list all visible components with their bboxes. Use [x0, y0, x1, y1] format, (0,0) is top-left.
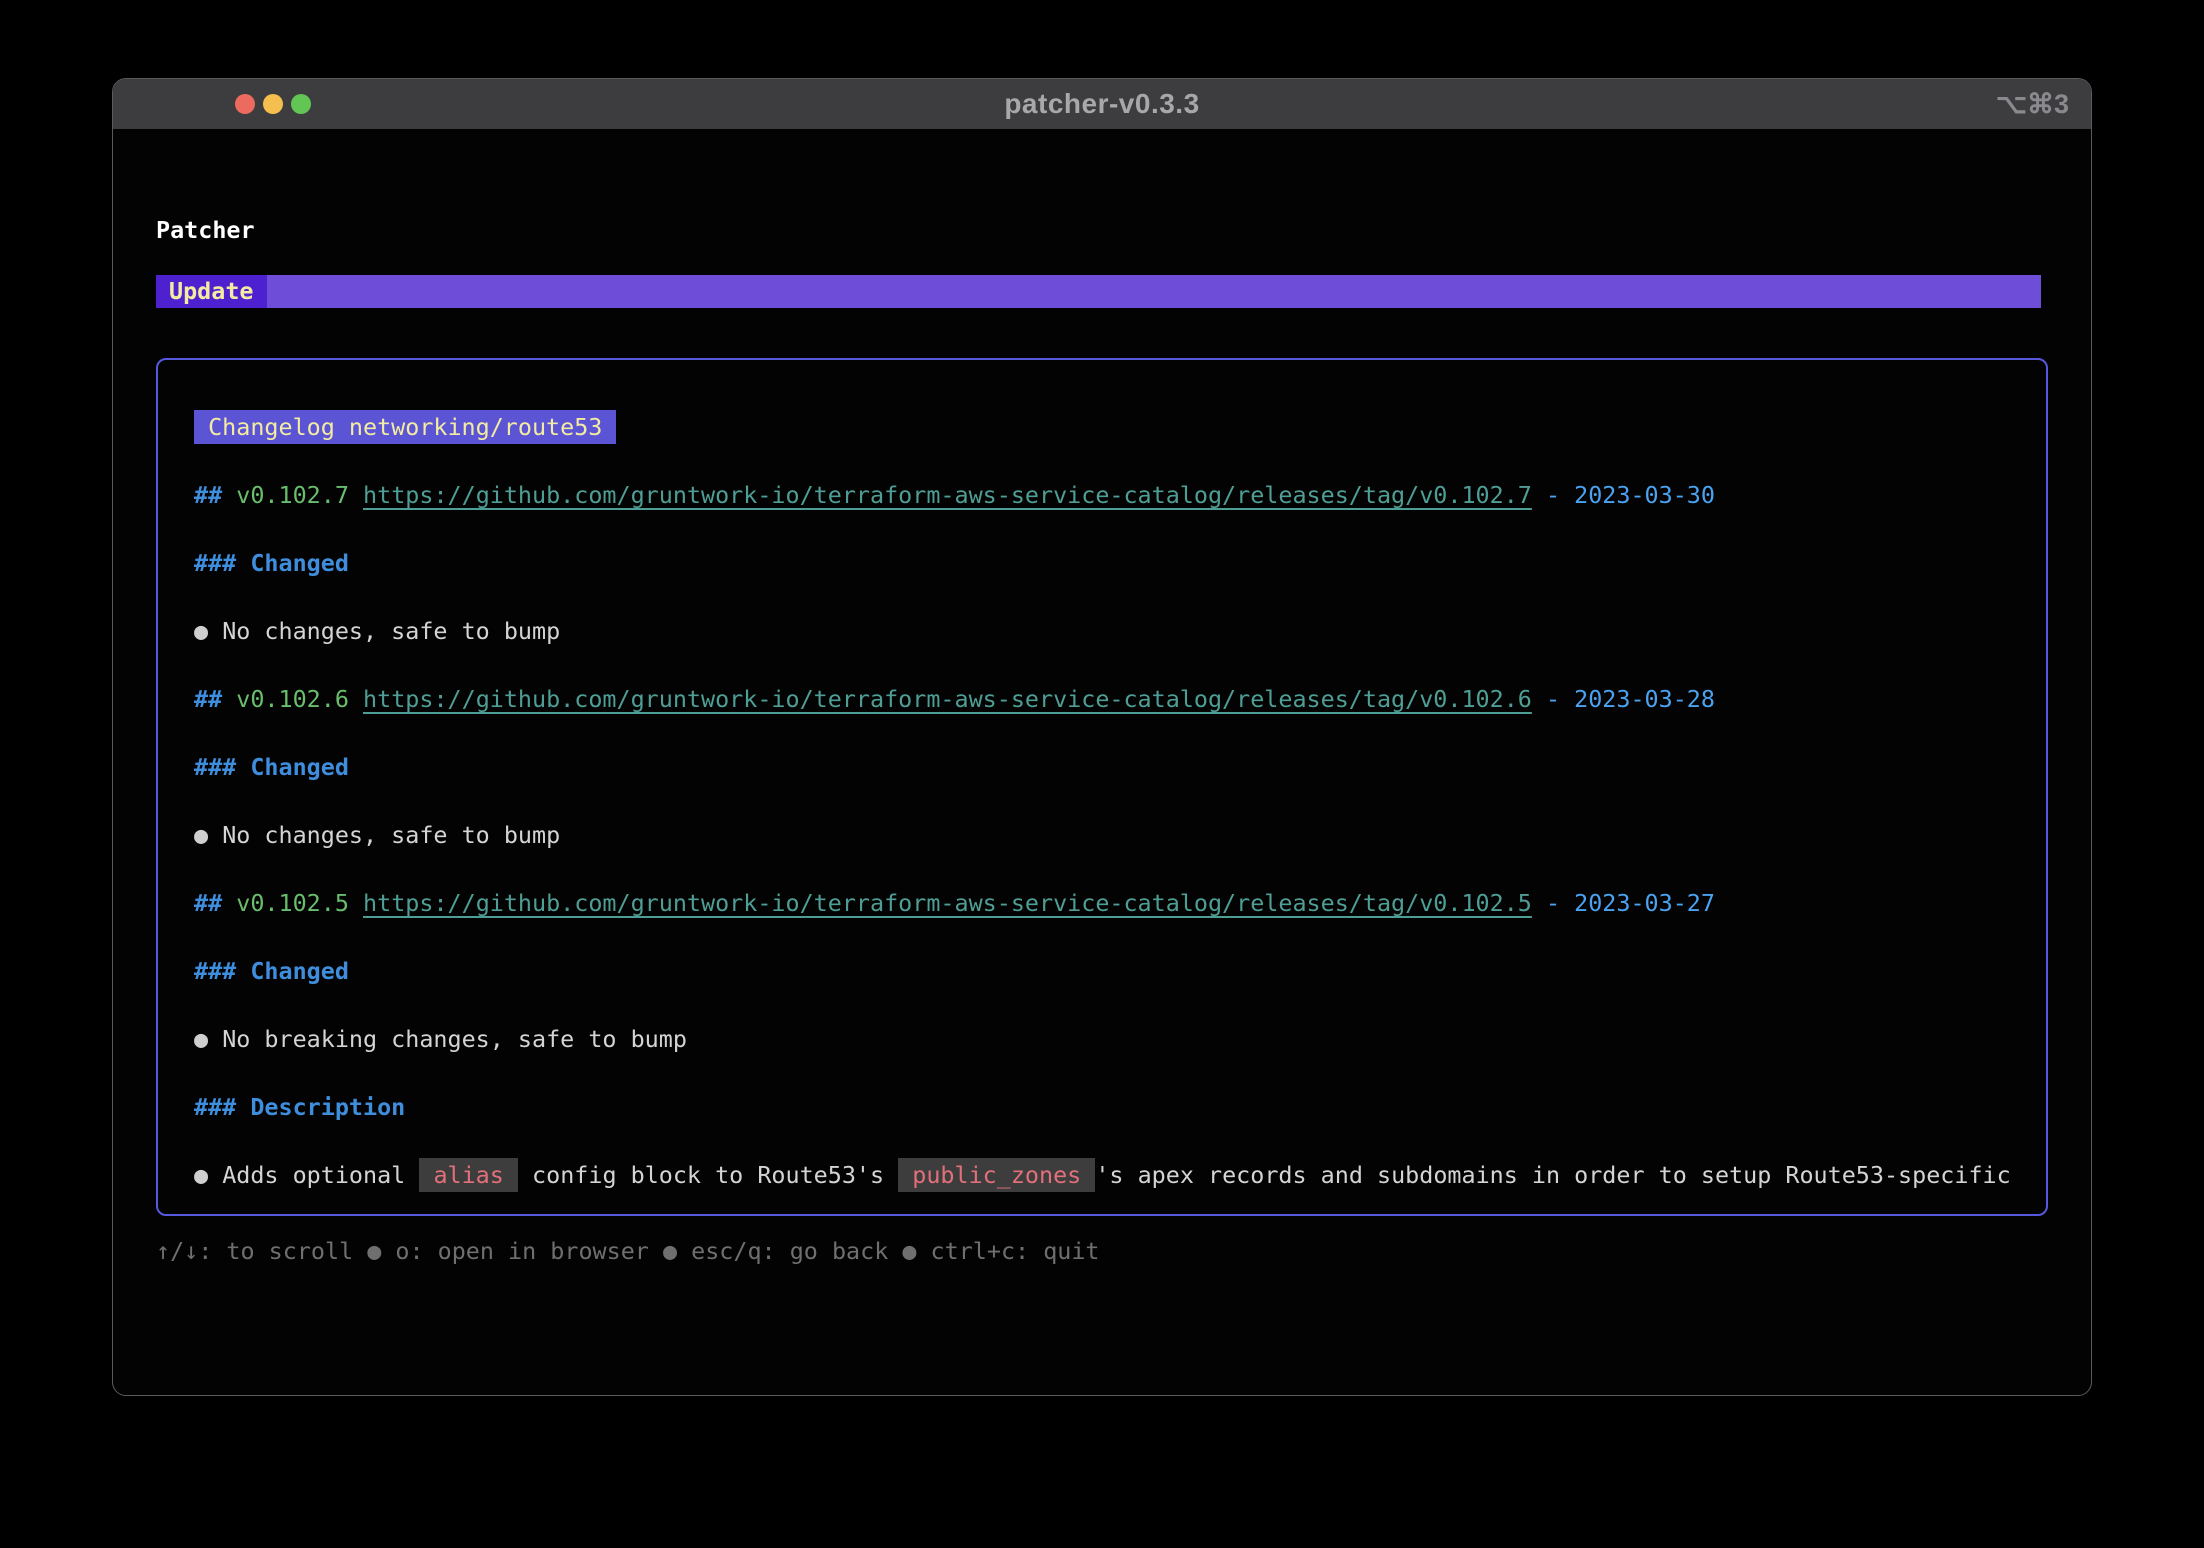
- inline-code-alias: alias: [419, 1158, 518, 1192]
- release-heading: ## v0.102.5 https://github.com/gruntwork…: [194, 886, 2026, 920]
- release-heading: ## v0.102.6 https://github.com/gruntwork…: [194, 682, 2026, 716]
- bullet-icon: ●: [194, 1161, 208, 1189]
- release-version: v0.102.6: [236, 685, 349, 713]
- changelog-bullet: ● No changes, safe to bump: [194, 818, 2026, 852]
- changelog-bullet: ● No changes, safe to bump: [194, 614, 2026, 648]
- bullet-text: 's apex records and subdomains in order …: [1095, 1161, 2010, 1189]
- bullet-text: Adds optional: [222, 1161, 405, 1189]
- h2-marker: ##: [194, 685, 222, 713]
- release-link[interactable]: https://github.com/gruntwork-io/terrafor…: [363, 685, 1532, 713]
- section-title: Changed: [250, 957, 349, 985]
- release-version: v0.102.5: [236, 889, 349, 917]
- terminal-window: patcher-v0.3.3 ⌥⌘3 Patcher Update Change…: [112, 78, 2092, 1396]
- changelog-bullet-description: ● Adds optional alias config block to Ro…: [194, 1158, 2026, 1192]
- release-version: v0.102.7: [236, 481, 349, 509]
- changelog-bullet: ● No breaking changes, safe to bump: [194, 1022, 2026, 1056]
- h3-marker: ###: [194, 1093, 236, 1121]
- section-title: Changed: [250, 753, 349, 781]
- traffic-lights: [235, 79, 311, 129]
- close-button[interactable]: [235, 94, 255, 114]
- release-link[interactable]: https://github.com/gruntwork-io/terrafor…: [363, 481, 1532, 509]
- release-date: - 2023-03-28: [1546, 685, 1715, 713]
- h3-marker: ###: [194, 957, 236, 985]
- section-title: Description: [250, 1093, 405, 1121]
- release-date: - 2023-03-30: [1546, 481, 1715, 509]
- window-titlebar: patcher-v0.3.3 ⌥⌘3: [113, 79, 2091, 129]
- fullscreen-button[interactable]: [291, 94, 311, 114]
- bullet-icon: ●: [194, 821, 208, 849]
- section-heading: ### Changed: [194, 750, 2026, 784]
- window-title: patcher-v0.3.3: [113, 88, 2091, 120]
- release-link[interactable]: https://github.com/gruntwork-io/terrafor…: [363, 889, 1532, 917]
- section-heading: ### Description: [194, 1090, 2026, 1124]
- section-title: Changed: [250, 549, 349, 577]
- tab-update[interactable]: Update: [156, 275, 267, 308]
- help-bar: ↑/↓: to scroll ● o: open in browser ● es…: [156, 1234, 2091, 1268]
- bullet-icon: ●: [194, 617, 208, 645]
- minimize-button[interactable]: [263, 94, 283, 114]
- release-date: - 2023-03-27: [1546, 889, 1715, 917]
- bullet-icon: ●: [194, 1025, 208, 1053]
- section-heading: ### Changed: [194, 954, 2026, 988]
- h2-marker: ##: [194, 481, 222, 509]
- bullet-text: No breaking changes, safe to bump: [222, 1025, 687, 1053]
- changelog-viewport[interactable]: Changelog networking/route53 ## v0.102.7…: [156, 358, 2048, 1216]
- bullet-text: No changes, safe to bump: [222, 821, 560, 849]
- h3-marker: ###: [194, 753, 236, 781]
- window-shortcut-hint: ⌥⌘3: [1996, 79, 2069, 129]
- app-title: Patcher: [156, 213, 2091, 247]
- terminal-content: Patcher Update Changelog networking/rout…: [113, 129, 2091, 1268]
- bullet-text: config block to Route53's: [532, 1161, 884, 1189]
- section-heading: ### Changed: [194, 546, 2026, 580]
- changelog-title-badge: Changelog networking/route53: [194, 410, 616, 444]
- h3-marker: ###: [194, 549, 236, 577]
- tab-bar: Update: [156, 275, 2041, 308]
- inline-code-public-zones: public_zones: [898, 1158, 1095, 1192]
- bullet-text: No changes, safe to bump: [222, 617, 560, 645]
- h2-marker: ##: [194, 889, 222, 917]
- release-heading: ## v0.102.7 https://github.com/gruntwork…: [194, 478, 2026, 512]
